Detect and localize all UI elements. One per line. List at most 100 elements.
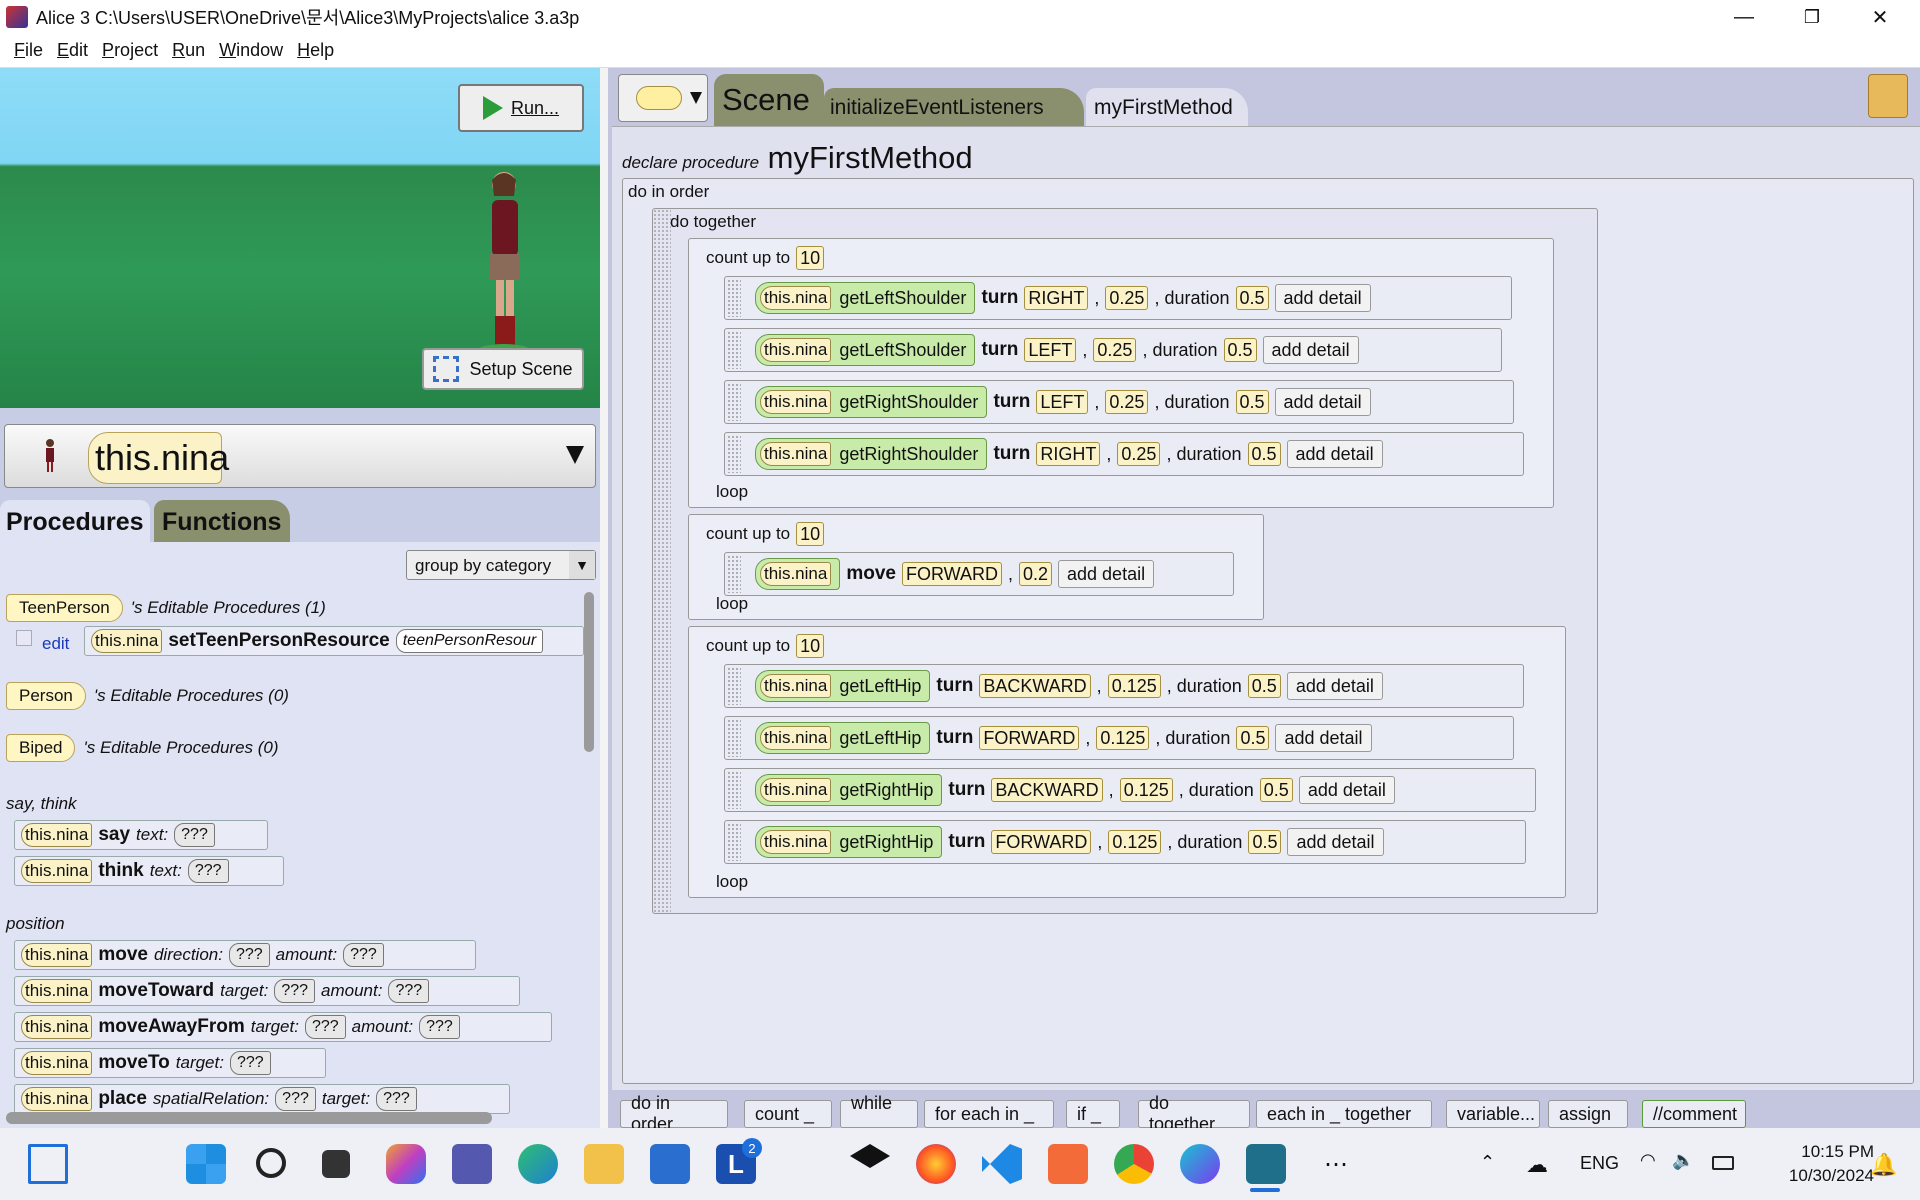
proc-tile-place[interactable]: this.nina place spatialRelation:??? target:… <box>14 1084 510 1114</box>
amount-value[interactable]: 0.25 <box>1093 338 1137 362</box>
arg-slot[interactable]: ??? <box>274 979 316 1003</box>
amount-value[interactable]: 0.25 <box>1105 286 1149 310</box>
menu-file[interactable]: File <box>14 40 43 61</box>
count-value[interactable]: 10 <box>796 634 825 658</box>
statement[interactable]: this.nina getLeftShoulder turn RIGHT, 0.25, … <box>724 276 1512 320</box>
setup-scene-button[interactable]: Setup Scene <box>422 348 584 390</box>
palette-tile[interactable]: assign <box>1548 1100 1628 1128</box>
target-expression[interactable]: this.nina getRightShoulder <box>755 438 988 470</box>
palette-tile[interactable]: variable... <box>1446 1100 1540 1128</box>
palette-tile[interactable]: for each in _ <box>924 1100 1054 1128</box>
arg-slot[interactable]: ??? <box>275 1087 316 1111</box>
tab-my-first-method[interactable]: myFirstMethod <box>1086 88 1248 126</box>
palette-tile[interactable]: //comment <box>1642 1100 1746 1128</box>
vertical-scrollbar[interactable] <box>584 592 594 752</box>
minimize-button[interactable]: — <box>1710 0 1778 34</box>
palette-tile[interactable]: count _ <box>744 1100 832 1128</box>
battery-icon[interactable] <box>1712 1156 1734 1170</box>
drag-handle[interactable] <box>727 823 741 861</box>
teams-icon[interactable] <box>452 1144 492 1184</box>
direction-value[interactable]: BACKWARD <box>979 674 1091 698</box>
alice-taskbar-icon[interactable] <box>1246 1144 1286 1184</box>
count-value[interactable]: 10 <box>796 246 825 270</box>
tab-procedures[interactable]: Procedures <box>0 500 150 542</box>
direction-value[interactable]: BACKWARD <box>991 778 1103 802</box>
language-indicator[interactable]: ENG <box>1580 1153 1619 1174</box>
selector-dropdown-arrow[interactable] <box>566 446 584 464</box>
tab-scene[interactable]: Scene <box>714 74 824 126</box>
target-expression[interactable]: this.nina getRightHip <box>755 826 943 858</box>
chevron-up-icon[interactable]: ⌃ <box>1480 1152 1495 1173</box>
file-explorer-icon[interactable] <box>584 1144 624 1184</box>
edge-icon[interactable] <box>518 1144 558 1184</box>
amount-value[interactable]: 0.125 <box>1119 778 1173 802</box>
edit-checkbox[interactable] <box>16 630 32 646</box>
amount-value[interactable]: 0.125 <box>1108 830 1162 854</box>
widgets-icon[interactable] <box>28 1144 68 1184</box>
tab-initialize-event-listeners[interactable]: initializeEventListeners <box>824 88 1084 126</box>
add-detail-button[interactable]: add detail <box>1058 560 1155 588</box>
wifi-icon[interactable]: ◠ <box>1640 1150 1656 1171</box>
amount-value[interactable]: 0.25 <box>1117 442 1161 466</box>
arg-slot[interactable]: ??? <box>229 1051 271 1075</box>
direction-value[interactable]: FORWARD <box>991 830 1092 854</box>
direction-value[interactable]: RIGHT <box>1024 286 1089 310</box>
count-value[interactable]: 10 <box>796 522 825 546</box>
add-detail-button[interactable]: add detail <box>1287 828 1384 856</box>
proc-tile-say[interactable]: this.nina say text:??? <box>14 820 268 850</box>
maximize-button[interactable]: ❐ <box>1778 0 1846 34</box>
add-detail-button[interactable]: add detail <box>1286 672 1383 700</box>
duration-value[interactable]: 0.5 <box>1247 674 1281 698</box>
amount-value[interactable]: 0.125 <box>1096 726 1150 750</box>
drag-handle[interactable] <box>727 383 741 421</box>
copilot-icon[interactable] <box>386 1144 426 1184</box>
onedrive-icon[interactable]: ☁ <box>1526 1152 1548 1178</box>
drag-handle[interactable] <box>727 771 741 809</box>
amount-value[interactable]: 0.25 <box>1105 390 1149 414</box>
add-detail-button[interactable]: add detail <box>1274 284 1371 312</box>
target-expression[interactable]: this.nina getRightShoulder <box>755 386 988 418</box>
more-apps-icon[interactable]: ⋯ <box>1324 1150 1348 1179</box>
horizontal-scrollbar[interactable] <box>6 1112 492 1124</box>
arg-slot[interactable]: ??? <box>228 943 270 967</box>
palette-tile[interactable]: each in _ together <box>1256 1100 1432 1128</box>
statement[interactable]: this.nina move FORWARD, 0.2 add detail <box>724 552 1234 596</box>
menu-window[interactable]: Window <box>219 40 283 61</box>
nina-character[interactable] <box>474 166 530 356</box>
target-expression[interactable]: this.nina getLeftShoulder <box>755 282 976 314</box>
duration-value[interactable]: 0.5 <box>1223 338 1257 362</box>
chrome-icon[interactable] <box>1114 1144 1154 1184</box>
drag-handle[interactable] <box>727 435 741 473</box>
arg-slot[interactable]: ??? <box>376 1087 417 1111</box>
arg-slot[interactable]: ??? <box>187 859 229 883</box>
store-icon[interactable] <box>650 1144 690 1184</box>
statement[interactable]: this.nina getLeftHip turn FORWARD, 0.125, du… <box>724 716 1514 760</box>
direction-value[interactable]: LEFT <box>1024 338 1077 362</box>
edit-link[interactable]: edit <box>42 634 69 654</box>
canva-icon[interactable] <box>1180 1144 1220 1184</box>
duration-value[interactable]: 0.5 <box>1235 390 1269 414</box>
search-icon[interactable] <box>256 1148 286 1178</box>
arg-slot[interactable]: ??? <box>304 1015 346 1039</box>
task-view-icon[interactable] <box>322 1150 350 1178</box>
direction-value[interactable]: RIGHT <box>1036 442 1101 466</box>
clipboard-icon[interactable] <box>1868 74 1908 118</box>
statement[interactable]: this.nina getRightHip turn FORWARD, 0.125, d… <box>724 820 1526 864</box>
menu-edit[interactable]: Edit <box>57 40 88 61</box>
palette-tile[interactable]: do in order <box>620 1093 728 1134</box>
proc-tile-setteenpersonresource[interactable]: this.nina setTeenPersonResource teenPers… <box>84 626 584 656</box>
drag-handle[interactable] <box>727 279 741 317</box>
group-by-select[interactable]: group by category ▼ <box>406 550 596 580</box>
arg-slot[interactable]: ??? <box>419 1015 460 1039</box>
statement[interactable]: this.nina getRightHip turn BACKWARD, 0.125, … <box>724 768 1536 812</box>
arg-slot[interactable]: ??? <box>388 979 430 1003</box>
duration-value[interactable]: 0.5 <box>1236 726 1270 750</box>
arg-slot[interactable]: ??? <box>343 943 384 967</box>
palette-tile[interactable]: if _ <box>1066 1100 1120 1128</box>
statement[interactable]: this.nina getRightShoulder turn LEFT, 0.25, … <box>724 380 1514 424</box>
drag-handle[interactable] <box>727 331 741 369</box>
palette-tile[interactable]: while _ <box>840 1093 918 1134</box>
clock-time[interactable]: 10:15 PM <box>1762 1142 1874 1162</box>
type-pill[interactable]: Biped <box>6 734 76 762</box>
xampp-icon[interactable] <box>1048 1144 1088 1184</box>
